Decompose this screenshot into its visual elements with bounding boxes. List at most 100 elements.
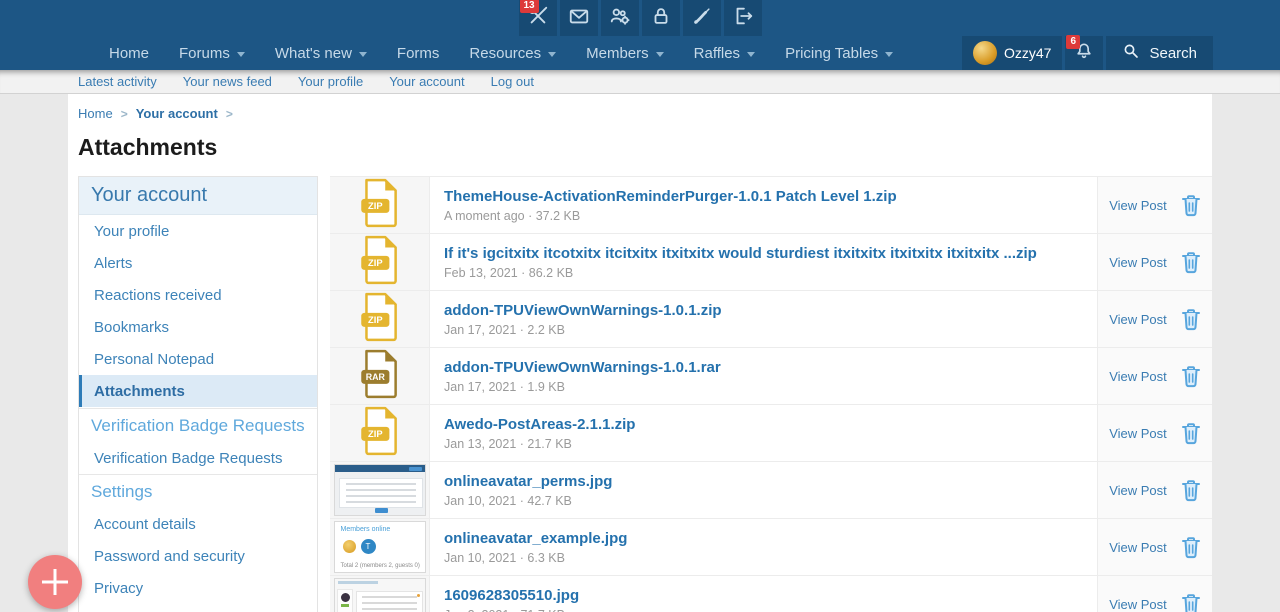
view-post-link[interactable]: View Post: [1109, 483, 1167, 498]
nav-members[interactable]: Members: [571, 36, 679, 70]
username: Ozzy47: [1004, 45, 1051, 61]
subnav-your-account[interactable]: Your account: [389, 74, 464, 89]
attachment-row: ZIP Awedo-PostAreas-2.1.1.zip Jan 13, 20…: [330, 405, 1212, 462]
file-info-cell: addon-TPUViewOwnWarnings-1.0.1.zip Jan 1…: [430, 291, 1097, 347]
subnav-latest-activity[interactable]: Latest activity: [78, 74, 157, 89]
nav-forms[interactable]: Forms: [382, 36, 455, 70]
breadcrumb-your-account[interactable]: Your account: [136, 106, 218, 121]
delete-trash-icon[interactable]: [1181, 593, 1201, 612]
sidebar-item-attachments[interactable]: Attachments: [79, 375, 317, 407]
nav-pricing-tables[interactable]: Pricing Tables: [770, 36, 908, 70]
lock-button[interactable]: [642, 0, 680, 36]
subnav-log-out[interactable]: Log out: [491, 74, 534, 89]
file-title-link[interactable]: If it's igcitxitx itcotxitx itcitxitx it…: [444, 245, 1097, 262]
file-title-link[interactable]: onlineavatar_perms.jpg: [444, 473, 1097, 490]
attachment-row: Members online T Total 2 (members 2, gue…: [330, 519, 1212, 576]
nav-forums[interactable]: Forums: [164, 36, 260, 70]
delete-trash-icon[interactable]: [1181, 194, 1201, 217]
attachment-list: ZIP ThemeHouse-ActivationReminderPurger-…: [330, 176, 1212, 612]
sidebar-item-bookmarks[interactable]: Bookmarks: [79, 311, 317, 343]
logout-button[interactable]: [724, 0, 762, 36]
view-post-link[interactable]: View Post: [1109, 312, 1167, 327]
image-thumbnail[interactable]: [334, 464, 426, 516]
style-brush-button[interactable]: [683, 0, 721, 36]
file-type-cell: RAR: [330, 348, 430, 404]
view-post-link[interactable]: View Post: [1109, 255, 1167, 270]
file-title-link[interactable]: 1609628305510.jpg: [444, 587, 1097, 604]
search-icon: [1122, 42, 1140, 65]
view-post-link[interactable]: View Post: [1109, 426, 1167, 441]
search-button[interactable]: Search: [1106, 36, 1213, 70]
file-title-link[interactable]: onlineavatar_example.jpg: [444, 530, 1097, 547]
row-actions: View Post: [1097, 348, 1212, 404]
nav-label: Pricing Tables: [785, 45, 878, 62]
breadcrumb: Home > Your account >: [78, 106, 1212, 121]
zip-file-icon: ZIP: [360, 178, 400, 233]
image-thumbnail[interactable]: [334, 578, 426, 612]
file-title-link[interactable]: Awedo-PostAreas-2.1.1.zip: [444, 416, 1097, 433]
row-actions: View Post: [1097, 462, 1212, 518]
view-post-link[interactable]: View Post: [1109, 369, 1167, 384]
sidebar-item-verification-badge-requests[interactable]: Verification Badge Requests: [79, 442, 317, 474]
row-actions: View Post: [1097, 234, 1212, 290]
image-thumbnail[interactable]: Members online T Total 2 (members 2, gue…: [334, 521, 426, 573]
delete-trash-icon[interactable]: [1181, 365, 1201, 388]
admin-tools-button[interactable]: 13: [519, 0, 557, 36]
thumb-title-bar: [338, 581, 378, 584]
row-actions: View Post: [1097, 519, 1212, 575]
svg-text:RAR: RAR: [365, 372, 385, 382]
thumb-avatar-blue: T: [361, 539, 376, 554]
delete-trash-icon[interactable]: [1181, 536, 1201, 559]
conversations-button[interactable]: [560, 0, 598, 36]
sidebar-item-preferences[interactable]: Preferences: [79, 604, 317, 612]
members-admin-button[interactable]: [601, 0, 639, 36]
file-type-cell: [330, 462, 430, 518]
chevron-down-icon: [747, 52, 755, 57]
sidebar-item-personal-notepad[interactable]: Personal Notepad: [79, 343, 317, 375]
breadcrumb-home[interactable]: Home: [78, 106, 113, 121]
thumb-members-online-label: Members online: [341, 526, 391, 533]
sidebar-item-alerts[interactable]: Alerts: [79, 247, 317, 279]
file-title-link[interactable]: addon-TPUViewOwnWarnings-1.0.1.rar: [444, 359, 1097, 376]
thumb-total-label: Total 2 (members 2, guests 0): [341, 563, 420, 569]
sidebar-section-settings: Settings: [79, 474, 317, 508]
sidebar-item-privacy[interactable]: Privacy: [79, 572, 317, 604]
delete-trash-icon[interactable]: [1181, 308, 1201, 331]
view-post-link[interactable]: View Post: [1109, 597, 1167, 612]
site-header: 13: [0, 0, 1280, 70]
members-gear-icon: [609, 5, 631, 32]
sidebar-item-account-details[interactable]: Account details: [79, 508, 317, 540]
thumb-message-box: [356, 591, 423, 612]
svg-text:ZIP: ZIP: [368, 429, 383, 439]
file-type-cell: ZIP: [330, 234, 430, 290]
user-menu-button[interactable]: Ozzy47: [962, 36, 1062, 70]
delete-trash-icon[interactable]: [1181, 422, 1201, 445]
nav-label: Home: [109, 45, 149, 62]
sidebar-item-reactions-received[interactable]: Reactions received: [79, 279, 317, 311]
nav-whats-new[interactable]: What's new: [260, 36, 382, 70]
file-title-link[interactable]: ThemeHouse-ActivationReminderPurger-1.0.…: [444, 188, 1097, 205]
delete-trash-icon[interactable]: [1181, 479, 1201, 502]
file-info-cell: ThemeHouse-ActivationReminderPurger-1.0.…: [430, 177, 1097, 233]
file-meta: Jan 13, 2021 · 21.7 KB: [444, 437, 1097, 451]
nav-user-area: Ozzy47 6 Search: [962, 36, 1213, 70]
sidebar-item-password-and-security[interactable]: Password and security: [79, 540, 317, 572]
file-meta: Jan 10, 2021 · 6.3 KB: [444, 551, 1097, 565]
view-post-link[interactable]: View Post: [1109, 540, 1167, 555]
file-info-cell: If it's igcitxitx itcotxitx itcitxitx it…: [430, 234, 1097, 290]
file-title-link[interactable]: addon-TPUViewOwnWarnings-1.0.1.zip: [444, 302, 1097, 319]
nav-raffles[interactable]: Raffles: [679, 36, 770, 70]
nav-label: Forms: [397, 45, 440, 62]
view-post-link[interactable]: View Post: [1109, 198, 1167, 213]
subnav-your-news-feed[interactable]: Your news feed: [183, 74, 272, 89]
attachment-row: RAR addon-TPUViewOwnWarnings-1.0.1.rar J…: [330, 348, 1212, 405]
subnav-your-profile[interactable]: Your profile: [298, 74, 363, 89]
alerts-button[interactable]: 6: [1065, 36, 1103, 70]
nav-home[interactable]: Home: [94, 36, 164, 70]
add-attachment-fab-button[interactable]: [28, 555, 82, 609]
nav-resources[interactable]: Resources: [454, 36, 571, 70]
file-type-cell: [330, 576, 430, 612]
sidebar-item-your-profile[interactable]: Your profile: [79, 215, 317, 247]
delete-trash-icon[interactable]: [1181, 251, 1201, 274]
file-meta: Jan 2, 2021 · 71.7 KB: [444, 608, 1097, 612]
